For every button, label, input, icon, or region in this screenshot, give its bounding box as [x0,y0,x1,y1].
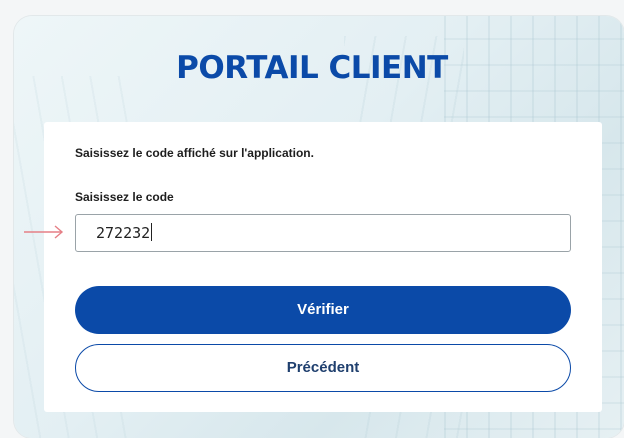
page-title: PORTAIL CLIENT [176,50,448,86]
verify-button[interactable]: Vérifier [75,286,571,334]
arrow-right-icon [24,225,64,239]
code-input[interactable]: 272232 [75,214,571,252]
code-input-value: 272232 [96,224,151,242]
back-button[interactable]: Précédent [75,344,571,392]
verification-card: Saisissez le code affiché sur l'applicat… [44,122,602,412]
text-caret [151,223,153,241]
instruction-text: Saisissez le code affiché sur l'applicat… [75,146,314,160]
code-field-label: Saisissez le code [75,190,174,204]
